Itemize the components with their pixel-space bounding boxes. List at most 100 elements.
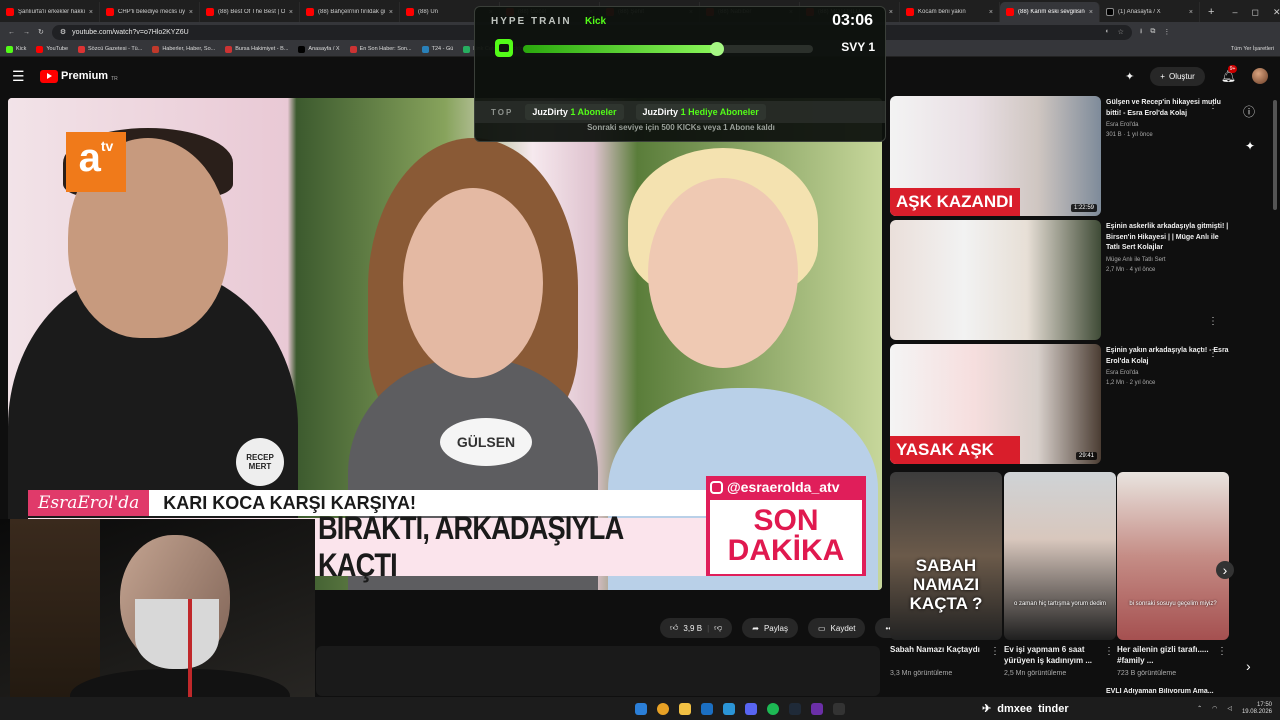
close-icon[interactable]: ×	[189, 9, 193, 16]
bookmark-item[interactable]: Haberler, Haber, So...	[152, 45, 215, 53]
browser-tab[interactable]: (88) Bahçeli'nin fırıldak gi ×	[300, 2, 400, 22]
short-views: 3,3 Mn görüntüleme	[890, 670, 953, 677]
close-icon[interactable]: ×	[89, 9, 93, 16]
youtube-favicon-icon	[306, 8, 314, 16]
description-box[interactable]	[316, 646, 880, 696]
thumbs-down-icon[interactable]: 👎︎	[714, 623, 722, 633]
close-icon[interactable]: ×	[389, 9, 393, 16]
bookmark-item[interactable]: En Son Haber: Son...	[349, 45, 412, 53]
edge-icon[interactable]	[701, 702, 713, 715]
browser-tab[interactable]: Kocam beni yakın ×	[900, 2, 1000, 22]
notifications-button[interactable]: 🔔︎ 9+	[1221, 65, 1238, 83]
video-thumbnail[interactable]	[890, 220, 1101, 340]
more-options-icon[interactable]: ⋮	[1208, 100, 1218, 111]
obs-icon[interactable]	[811, 702, 823, 715]
instagram-handle: @esraerolda_atv	[706, 476, 866, 498]
create-button[interactable]: + Oluştur	[1150, 66, 1205, 86]
channel-logo: a tv	[66, 132, 126, 192]
save-button[interactable]: ▭ Kaydet	[807, 618, 866, 638]
youtube-favicon-icon	[406, 8, 414, 16]
chevron-up-icon[interactable]: ⌃	[1197, 705, 1202, 712]
short-title[interactable]: Sabah Namazı Kaçtaydı	[890, 644, 990, 655]
reload-icon[interactable]: ↻	[38, 28, 44, 36]
download-icon[interactable]: ⭳	[1140, 27, 1142, 38]
browser-tab[interactable]: (88) Karım eski sevgilisine ×	[1000, 2, 1100, 22]
info-icon[interactable]: ⓘ	[1243, 103, 1255, 120]
next-video-title[interactable]: EVLI Adıyaman Bilivorum Ama...	[1106, 688, 1230, 695]
hype-train-overlay: HYPE TRAIN Kick 03:06 SVY 1 TOP JuzDirty…	[474, 6, 886, 142]
new-tab-button[interactable]: +	[1200, 2, 1222, 22]
bookmark-icon: ▭	[817, 623, 826, 633]
start-icon[interactable]	[635, 702, 647, 715]
more-options-icon[interactable]: ⋮	[1208, 348, 1218, 359]
extensions-icon[interactable]: ⧉	[1150, 28, 1155, 36]
short-thumbnail[interactable]: bi sonraki sosuyu geçelim miyiz?	[1117, 472, 1229, 640]
recommended-video[interactable]: YASAK AŞK 29:41 Eşinin yakın arkadaşıyla k…	[888, 344, 1232, 464]
bookmark-item[interactable]: Kick	[6, 45, 26, 53]
kick-extension-icon[interactable]: ✦	[1125, 70, 1134, 83]
channel-name[interactable]: Müge Anlı ile Tatlı Sert	[1106, 257, 1166, 263]
bookmark-item[interactable]: Anasayfa / X	[298, 45, 340, 53]
shorts-next-arrow-icon[interactable]: ›	[1216, 561, 1234, 579]
volume-icon[interactable]: ◁	[1227, 705, 1232, 712]
browser-tab[interactable]: CHP'li belediye meclis üyes ×	[100, 2, 200, 22]
close-icon[interactable]: ×	[1089, 9, 1093, 16]
close-icon[interactable]: ×	[889, 9, 893, 16]
sparkle-icon[interactable]: ✦	[1245, 139, 1255, 153]
bookmark-item[interactable]: T24 - Gü	[421, 45, 453, 53]
channel-name[interactable]: Esra Erol'da	[1106, 370, 1139, 376]
short-title[interactable]: Her ailenin gizli tarafı..... #family ..…	[1117, 644, 1217, 666]
video-title[interactable]: Eşinin askerlik arkadaşıyla gitmişti! | …	[1106, 222, 1230, 254]
folder-icon[interactable]	[679, 702, 691, 715]
video-thumbnail[interactable]: AŞK KAZANDI 1:22:59	[890, 96, 1101, 216]
hype-footer: Sonraki seviye için 500 KICKs veya 1 Abo…	[587, 123, 775, 132]
more-options-icon[interactable]: ⋮	[1217, 646, 1227, 657]
recommended-video[interactable]: Eşinin askerlik arkadaşıyla gitmişti! | …	[888, 220, 1232, 340]
avatar[interactable]	[1252, 68, 1268, 84]
back-icon[interactable]: ←	[8, 29, 15, 36]
youtube-logo[interactable]: Premium TR	[40, 69, 118, 83]
short-thumbnail[interactable]: SABAH NAMAZI KAÇTA ?	[890, 472, 1002, 640]
steam-icon[interactable]	[789, 702, 801, 715]
short-thumbnail[interactable]: o zaman hiç tartışma yorum dedim	[1004, 472, 1116, 640]
bookmark-star-icon[interactable]: ☆	[1118, 28, 1124, 36]
forward-icon[interactable]: →	[23, 29, 30, 36]
minimize-icon[interactable]: –	[1232, 7, 1237, 17]
chrome-icon[interactable]	[657, 702, 669, 715]
all-bookmarks[interactable]: Tüm Yer İşaretleri	[1231, 46, 1274, 52]
short-title[interactable]: Ev işi yapmam 6 saat yürüyen iş kadınıyı…	[1004, 644, 1104, 666]
share-button[interactable]: ➦ Paylaş	[742, 618, 798, 638]
hamburger-menu-icon[interactable]: ☰	[12, 68, 32, 85]
discord-icon[interactable]	[745, 702, 757, 715]
close-icon[interactable]: ×	[1189, 9, 1193, 16]
like-button[interactable]: 👍︎ 3,9 B | 👎︎	[660, 618, 733, 638]
bookmark-item[interactable]: Sözcü Gazetesi - Tü...	[78, 45, 143, 53]
channel-logo-sub: tv	[100, 138, 114, 154]
site-info-icon[interactable]: ⚙	[60, 28, 66, 36]
video-player[interactable]: a tv RECEP MERT GÜLSEN EsraErol'da KARI K…	[8, 98, 882, 590]
wifi-icon[interactable]: ◠	[1212, 705, 1217, 712]
close-window-icon[interactable]: ✕	[1273, 7, 1280, 18]
telegram-icon[interactable]	[723, 702, 735, 715]
spotify-icon[interactable]	[767, 702, 779, 715]
close-icon[interactable]: ×	[289, 9, 293, 16]
browser-tab[interactable]: (88) Best Of The Best | Off ×	[200, 2, 300, 22]
browser-tab[interactable]: Şanlıurfa'lı erkekler hakkın ×	[0, 2, 100, 22]
browser-menu-icon[interactable]: ⋮	[1163, 28, 1170, 36]
more-options-icon[interactable]: ⋮	[1208, 316, 1218, 327]
bookmark-label: Sözcü Gazetesi - Tü...	[88, 46, 143, 52]
scrollbar[interactable]	[1273, 100, 1277, 210]
clock[interactable]: 17:50 19.08.2026	[1242, 702, 1272, 716]
tab-title: Kocam beni yakın	[918, 9, 966, 15]
maximize-icon[interactable]: ◻	[1251, 7, 1258, 18]
settings-icon[interactable]	[833, 702, 845, 715]
recommended-video[interactable]: AŞK KAZANDI 1:22:59 Gülşen ve Recep'in hik…	[888, 96, 1232, 216]
browser-tab[interactable]: (1) Anasayfa / X ×	[1100, 2, 1200, 22]
bookmark-item[interactable]: Bursa Hakimiyet - B...	[225, 45, 288, 53]
translate-icon[interactable]: ◐	[1105, 28, 1109, 36]
close-icon[interactable]: ×	[989, 9, 993, 16]
channel-name[interactable]: Esra Erol'da	[1106, 122, 1139, 128]
video-thumbnail[interactable]: YASAK AŞK 29:41	[890, 344, 1101, 464]
next-arrow-icon[interactable]: ›	[1246, 658, 1251, 674]
bookmark-item[interactable]: YouTube	[36, 45, 68, 53]
